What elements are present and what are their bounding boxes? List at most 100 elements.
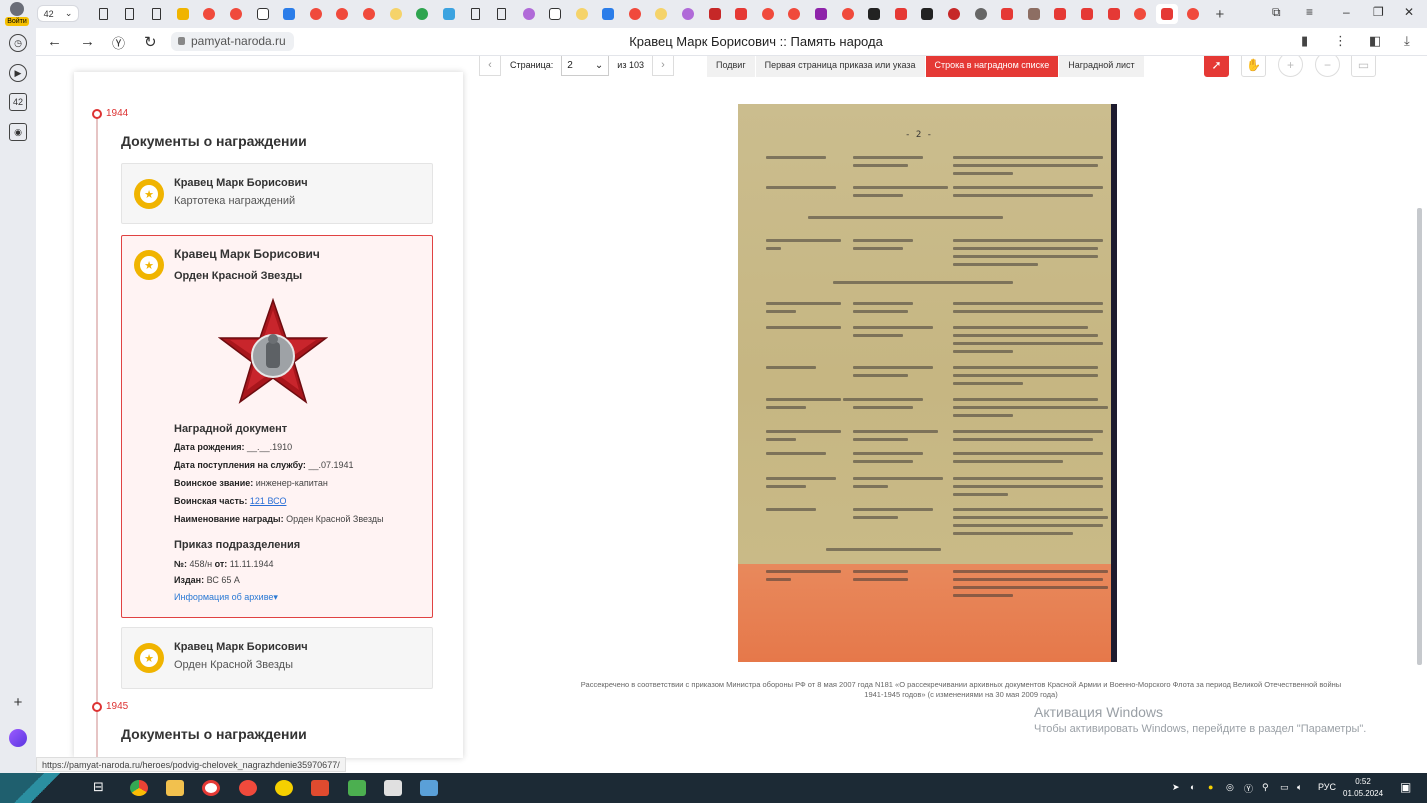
chrome-icon[interactable] [130,780,148,796]
tab[interactable] [172,4,194,24]
profile-button[interactable]: Войти [4,2,30,28]
new-tab-button[interactable]: + [1209,4,1231,24]
tab[interactable] [491,4,513,24]
tab[interactable] [943,4,965,24]
next-page-button[interactable]: › [651,56,674,76]
start-button[interactable] [0,773,80,803]
yandex-icon[interactable]: Ⓨ [112,33,125,52]
app-icon[interactable] [348,780,366,796]
award-card-selected[interactable]: ★ Кравец Марк Борисович Орден Красной Зв… [121,235,433,618]
video-icon[interactable]: ▶ [9,64,27,82]
tab[interactable] [1023,4,1045,24]
tab[interactable] [571,4,593,24]
notifications-icon[interactable]: ▣ [1400,780,1411,794]
archive-document-scan[interactable]: - 2 - [738,104,1117,662]
yandex-tray-icon[interactable]: Ⓨ [1244,782,1253,795]
yandex-browser-icon[interactable] [202,780,220,796]
tab[interactable] [464,4,486,24]
alice-assistant-icon[interactable] [9,729,27,747]
downloads-icon[interactable]: ⤓ [1404,33,1410,49]
tab[interactable] [890,4,912,24]
tab[interactable] [970,4,992,24]
app-icon[interactable] [275,780,293,796]
page-select[interactable]: 2 ⌄ [561,56,610,76]
tab-count-button[interactable]: 42 ⌄ [37,5,79,22]
tray-icon[interactable]: ◐ [1190,782,1195,792]
tray-icon[interactable]: ● [1208,782,1213,792]
tab[interactable] [1103,4,1125,24]
tab[interactable] [677,4,699,24]
tab[interactable] [597,4,619,24]
tab[interactable] [783,4,805,24]
mail-badge[interactable]: 42 [9,93,27,111]
zoom-in-icon[interactable]: + [1278,56,1303,77]
tab[interactable] [916,4,938,24]
language-indicator[interactable]: РУС [1318,782,1336,792]
tab[interactable] [119,4,141,24]
sidebar-toggle-icon[interactable]: ◧ [1369,33,1381,49]
back-icon[interactable]: ← [47,33,62,50]
minimize-icon[interactable]: – [1343,5,1350,19]
bookmark-icon[interactable]: ▮ [1301,33,1308,49]
hand-tool-icon[interactable]: ✋ [1241,56,1266,77]
tab[interactable] [358,4,380,24]
tab[interactable] [624,4,646,24]
tab[interactable] [438,4,460,24]
forward-icon[interactable]: → [80,33,95,50]
unit-link[interactable]: 121 ВСО [250,496,287,506]
tab-order-first-page[interactable]: Первая страница приказа или указа [755,56,926,77]
tab[interactable] [757,4,779,24]
history-icon[interactable]: ◷ [9,34,27,52]
tab[interactable] [518,4,540,24]
reload-icon[interactable]: ↻ [144,33,157,51]
wps-office-icon[interactable] [311,780,329,796]
usb-icon[interactable]: ⚲ [1262,782,1269,793]
tab[interactable] [544,4,566,24]
tab[interactable] [198,4,220,24]
tab[interactable] [252,4,274,24]
archive-info-link[interactable]: Информация об архиве▾ [174,592,278,603]
tab[interactable] [92,4,114,24]
tab[interactable] [385,4,407,24]
network-icon[interactable]: ▭ [1280,782,1289,793]
yandex-icon[interactable] [239,780,257,796]
tab[interactable] [863,4,885,24]
tab[interactable] [278,4,300,24]
telegram-tray-icon[interactable]: ➤ [1172,782,1180,793]
tab[interactable] [1076,4,1098,24]
award-card[interactable]: ★ Кравец Марк Борисович Орден Красной Зв… [121,627,433,689]
zoom-out-icon[interactable]: − [1315,56,1340,77]
screenshot-icon[interactable]: ◉ [9,123,27,141]
app-icon[interactable] [420,780,438,796]
tab-feat[interactable]: Подвиг [707,56,756,77]
task-view-icon[interactable]: ⊟ [93,779,111,795]
tab[interactable] [1129,4,1151,24]
tab[interactable] [1049,4,1071,24]
tab[interactable] [305,4,327,24]
menu-icon[interactable]: ≡ [1306,5,1313,19]
tab-active[interactable] [1155,4,1178,24]
tab[interactable] [837,4,859,24]
tab-award-sheet[interactable]: Наградной лист [1059,56,1145,77]
tab[interactable] [704,4,726,24]
tab[interactable] [411,4,433,24]
prev-page-button[interactable]: ‹ [479,56,501,76]
file-explorer-icon[interactable] [166,780,184,796]
tab[interactable] [331,4,353,24]
fullscreen-icon[interactable]: ▭ [1351,56,1376,77]
add-panel-icon[interactable]: + [9,693,27,711]
tab[interactable] [996,4,1018,24]
tab[interactable] [650,4,672,24]
tab[interactable] [145,4,167,24]
clock[interactable]: 0:52 01.05.2024 [1343,776,1383,800]
close-icon[interactable]: ✕ [1404,5,1414,19]
notepad-icon[interactable] [384,780,402,796]
volume-icon[interactable]: 🔈︎ [1297,782,1302,793]
restore-icon[interactable]: ❐ [1373,5,1384,19]
tab[interactable] [1182,4,1204,24]
page-scrollbar[interactable] [1417,208,1422,665]
tab[interactable] [810,4,832,24]
pointer-tool-icon[interactable]: ➚ [1204,56,1229,77]
url-field[interactable]: pamyat-naroda.ru [171,32,294,51]
tab-award-list-row[interactable]: Строка в наградном списке [925,56,1060,77]
